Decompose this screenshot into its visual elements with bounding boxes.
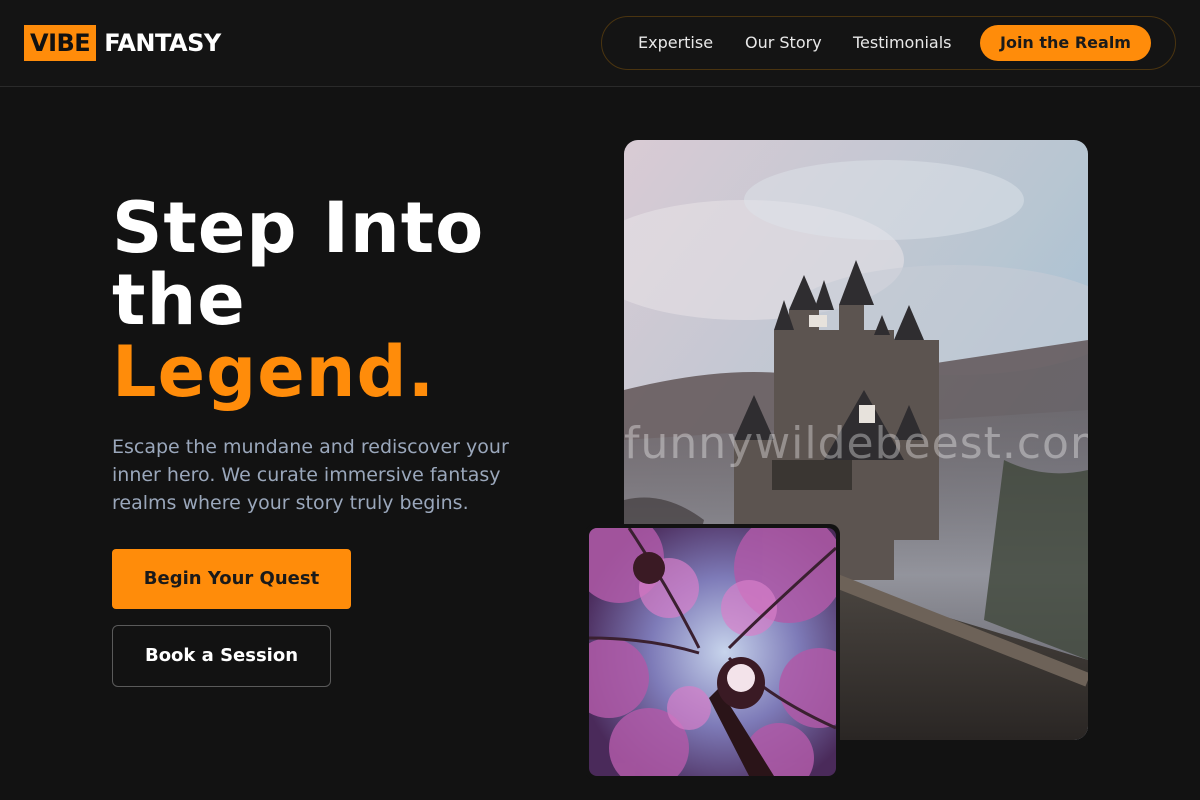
book-a-session-button[interactable]: Book a Session bbox=[112, 625, 331, 687]
tree-image-frame bbox=[585, 524, 840, 780]
hero-title-line1: Step Into bbox=[112, 187, 485, 269]
pink-trees-image bbox=[589, 528, 836, 776]
nav-link-expertise[interactable]: Expertise bbox=[638, 33, 713, 52]
nav-link-testimonials[interactable]: Testimonials bbox=[853, 33, 952, 52]
pink-trees-illustration bbox=[589, 528, 836, 776]
begin-your-quest-button[interactable]: Begin Your Quest bbox=[112, 549, 351, 609]
nav-link-our-story[interactable]: Our Story bbox=[745, 33, 822, 52]
join-the-realm-button[interactable]: Join the Realm bbox=[980, 25, 1151, 61]
site-header: VIBE FANTASY Expertise Our Story Testimo… bbox=[0, 0, 1200, 87]
main-nav: Expertise Our Story Testimonials Join th… bbox=[601, 16, 1176, 70]
hero-title: Step Into the Legend. bbox=[112, 192, 592, 408]
watermark: funnywildebeest.com bbox=[624, 418, 1088, 469]
logo-box: VIBE bbox=[24, 25, 97, 61]
hero-title-accent: Legend. bbox=[112, 331, 436, 413]
hero-title-line2: the bbox=[112, 259, 246, 341]
logo[interactable]: VIBE FANTASY bbox=[24, 25, 221, 61]
logo-text: FANTASY bbox=[104, 29, 221, 57]
hero-description: Escape the mundane and rediscover your i… bbox=[112, 436, 509, 514]
